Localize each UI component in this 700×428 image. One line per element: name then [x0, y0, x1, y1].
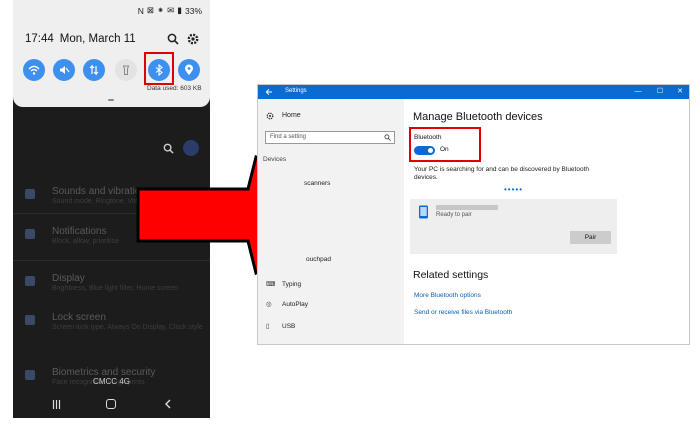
back-arrow-icon[interactable]	[265, 88, 273, 96]
send-receive-files-link[interactable]: Send or receive files via Bluetooth	[414, 309, 512, 316]
usb-icon: ▯	[266, 323, 270, 330]
sidebar-section-devices: Devices	[263, 156, 287, 163]
sound-tile[interactable]	[53, 59, 75, 81]
back-icon[interactable]	[163, 399, 173, 409]
sidebar-item-usb[interactable]: ▯ USB	[266, 322, 295, 330]
device-name-redacted	[436, 205, 498, 210]
time-date: 17:44 Mon, March 11	[25, 33, 136, 45]
pair-button[interactable]: Pair	[570, 231, 611, 244]
settings-window: Settings — ☐ ✕ Home Find a setting Devic…	[257, 84, 690, 345]
data-used-label: Data used: 603 KB	[147, 85, 202, 92]
message-icon: ✉	[167, 5, 175, 15]
bluetooth-highlight-box	[144, 52, 174, 85]
mute-icon: ⊠	[146, 5, 155, 15]
wifi-tile[interactable]	[23, 59, 45, 81]
device-status: Ready to pair	[436, 212, 472, 218]
device-card[interactable]: Ready to pair Pair	[410, 199, 617, 254]
sidebar-item-touchpad[interactable]: ouchpad	[306, 256, 331, 263]
search-icon	[384, 134, 391, 141]
autoplay-icon: ◎	[266, 301, 272, 308]
nfc-icon: N	[137, 5, 144, 16]
maximize-button[interactable]: ☐	[653, 86, 667, 98]
settings-search-icon[interactable]	[163, 143, 174, 154]
mute-icon	[60, 66, 70, 74]
phone-device-icon	[419, 205, 428, 219]
flashlight-tile[interactable]	[115, 59, 137, 81]
sidebar-item-autoplay[interactable]: ◎ AutoPlay	[266, 300, 308, 308]
wifi-icon	[28, 65, 40, 75]
title-bar: Settings — ☐ ✕	[258, 85, 689, 99]
display-icon	[25, 276, 35, 286]
more-bluetooth-options-link[interactable]: More Bluetooth options	[414, 292, 481, 299]
page-title: Manage Bluetooth devices	[413, 111, 543, 123]
data-transfer-icon	[89, 64, 99, 76]
home-gear-icon	[266, 112, 274, 120]
bluetooth-toggle-highlight-box	[409, 127, 481, 162]
settings-sidebar: Home Find a setting Devices scanners ouc…	[258, 99, 404, 344]
recents-icon[interactable]	[52, 400, 61, 409]
searching-text: Your PC is searching for and can be disc…	[414, 166, 590, 181]
flashlight-icon	[122, 65, 130, 75]
avatar[interactable]	[183, 140, 199, 156]
settings-content: Manage Bluetooth devices Bluetooth On Yo…	[404, 99, 689, 344]
panel-handle[interactable]	[108, 99, 114, 101]
notifications-icon	[25, 229, 35, 239]
search-icon[interactable]	[167, 33, 179, 45]
sidebar-item-printers[interactable]: scanners	[304, 180, 330, 187]
gear-icon[interactable]	[187, 33, 199, 45]
sidebar-item-typing[interactable]: ⌨ Typing	[266, 280, 301, 288]
carrier-label: CMCC 4G	[93, 377, 130, 386]
status-bar: N ⊠ ⁕ ✉ ▮ 33%	[138, 5, 202, 16]
bluetooth-status-icon: ⁕	[157, 5, 165, 15]
home-icon[interactable]	[106, 399, 116, 409]
find-setting-placeholder: Find a setting	[270, 134, 307, 140]
signal-icon: ▮	[177, 5, 182, 15]
minimize-button[interactable]: —	[631, 86, 645, 98]
searching-progress-dots: •••••	[504, 185, 524, 194]
sound-icon	[25, 189, 35, 199]
location-icon	[185, 64, 193, 75]
quick-settings-panel: N ⊠ ⁕ ✉ ▮ 33% 17:44 Mon, March 11 Data u…	[13, 0, 210, 107]
keyboard-icon: ⌨	[266, 281, 276, 288]
battery-text: 33%	[184, 5, 202, 16]
window-title: Settings	[285, 88, 307, 94]
mobile-data-tile[interactable]	[83, 59, 105, 81]
close-button[interactable]: ✕	[673, 86, 687, 98]
clock: 17:44	[25, 33, 54, 45]
nav-bar	[13, 392, 210, 418]
location-tile[interactable]	[178, 59, 200, 81]
lock-icon	[25, 315, 35, 325]
find-setting-input[interactable]: Find a setting	[265, 131, 395, 144]
sidebar-item-home[interactable]: Home	[282, 112, 301, 119]
date: Mon, March 11	[59, 33, 136, 45]
related-settings-title: Related settings	[413, 269, 489, 281]
